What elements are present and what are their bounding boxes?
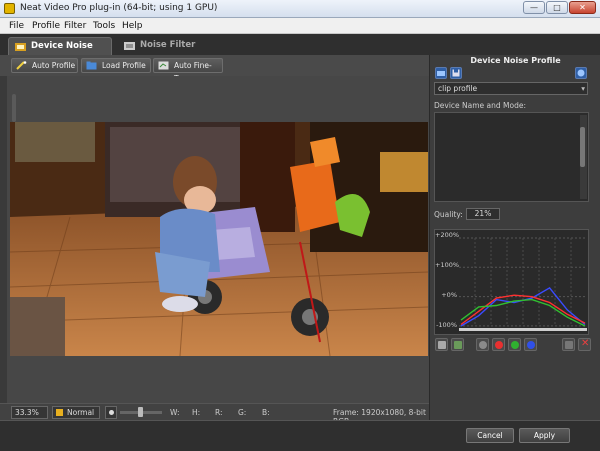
load-profile-button[interactable]: Load Profile — [81, 58, 151, 73]
minimize-button[interactable]: — — [523, 1, 545, 14]
folder-icon — [437, 71, 445, 76]
save-icon — [452, 69, 460, 77]
channel-red-button[interactable] — [492, 338, 505, 351]
channel-blue-button[interactable] — [524, 338, 537, 351]
slider-thumb[interactable] — [138, 407, 143, 417]
channel-luma-button[interactable] — [476, 338, 489, 351]
image-icon — [454, 341, 462, 349]
video-viewer[interactable] — [7, 76, 429, 403]
menu-tools[interactable]: Tools — [93, 21, 115, 31]
graph-image-button[interactable] — [451, 338, 464, 351]
green-label: G: — [238, 408, 247, 417]
profile-select[interactable]: clip profile ▾ — [434, 82, 588, 95]
window-title: Neat Video Pro plug-in (64-bit; using 1 … — [20, 3, 218, 13]
graph-ytick: +200% — [435, 231, 460, 239]
profile-icon — [15, 43, 26, 51]
chevron-down-icon: ▾ — [581, 84, 585, 93]
video-frame-preview — [10, 122, 428, 356]
open-profile-button[interactable] — [435, 67, 447, 79]
status-bar: 33.3% Normal W: H: R: G: B: Frame: 1920x… — [0, 403, 429, 426]
menu-file[interactable]: File — [9, 21, 24, 31]
auto-fine-tune-button[interactable]: Auto Fine-Tune — [153, 58, 223, 83]
scrollbar-thumb[interactable] — [580, 127, 585, 167]
brightness-icon — [109, 410, 114, 415]
apply-button[interactable]: Apply — [519, 428, 570, 443]
info-button[interactable] — [575, 67, 587, 79]
cancel-button[interactable]: Cancel — [466, 428, 514, 443]
load-profile-label: Load Profile — [102, 61, 146, 70]
reset-icon: ✕ — [581, 338, 590, 349]
zoom-select[interactable]: 33.3% — [11, 406, 48, 419]
panel-title: Device Noise Profile — [470, 56, 561, 65]
dialog-footer: Cancel Apply — [0, 420, 600, 451]
graph-tool-button[interactable] — [562, 338, 575, 351]
view-mode-value: Normal — [67, 408, 95, 417]
auto-profile-label: Auto Profile — [32, 61, 76, 70]
menu-bar: File Profile Filter Tools Help — [0, 18, 600, 34]
width-label: W: — [170, 408, 180, 417]
red-label: R: — [215, 408, 223, 417]
graph-mode-button[interactable] — [435, 338, 448, 351]
video-frame-image — [10, 122, 428, 356]
blue-channel-icon — [527, 341, 535, 349]
device-noise-profile-panel: Device Noise Profile clip profile ▾ Devi… — [429, 55, 600, 420]
profile-select-value: clip profile — [438, 84, 478, 93]
filter-settings-icon — [124, 42, 135, 50]
graph-ytick: +100% — [435, 261, 460, 269]
view-mode-select[interactable]: Normal — [52, 406, 100, 419]
magic-wand-icon — [16, 61, 27, 70]
channel-green-button[interactable] — [508, 338, 521, 351]
graph-ytick: +0% — [441, 291, 457, 299]
save-profile-button[interactable] — [450, 67, 462, 79]
tab-noise-filter-settings[interactable]: Noise Filter Settings — [118, 37, 228, 67]
noise-graph: +200% +100% +0% -100% — [434, 229, 589, 335]
viewer-handle[interactable] — [12, 94, 16, 122]
graph-brightness-bar — [459, 328, 587, 331]
reset-graph-button[interactable]: ✕ — [578, 338, 591, 351]
minimize-icon: — — [530, 3, 538, 12]
noise-plot — [459, 237, 587, 331]
maximize-icon: □ — [553, 3, 561, 12]
device-name-list[interactable] — [434, 112, 589, 202]
mode-icon — [56, 409, 63, 416]
close-icon: ✕ — [579, 3, 586, 12]
tab-bar: Device Noise Profile Noise Filter Settin… — [0, 34, 600, 68]
height-label: H: — [192, 408, 201, 417]
zoom-value: 33.3% — [15, 408, 39, 417]
red-channel-icon — [495, 341, 503, 349]
app-icon — [4, 3, 15, 14]
device-name-label: Device Name and Mode: — [434, 101, 526, 110]
list-scrollbar[interactable] — [580, 115, 587, 199]
title-bar: Neat Video Pro plug-in (64-bit; using 1 … — [0, 0, 600, 18]
close-button[interactable]: ✕ — [569, 1, 596, 14]
auto-profile-button[interactable]: Auto Profile — [11, 58, 78, 73]
menu-profile[interactable]: Profile — [32, 21, 60, 31]
info-icon — [577, 69, 585, 77]
fine-tune-icon — [158, 61, 169, 70]
brightness-button[interactable] — [105, 406, 117, 419]
blue-label: B: — [262, 408, 270, 417]
menu-help[interactable]: Help — [122, 21, 143, 31]
tool-icon — [565, 341, 573, 349]
folder-open-icon — [86, 61, 97, 70]
grid-icon — [438, 341, 446, 349]
green-channel-icon — [511, 341, 519, 349]
quality-label: Quality: — [434, 210, 463, 219]
luma-channel-icon — [479, 341, 487, 349]
quality-value: 21% — [466, 208, 500, 220]
graph-ytick: -100% — [436, 321, 457, 329]
brightness-slider[interactable] — [120, 407, 162, 417]
menu-filter[interactable]: Filter — [64, 21, 86, 31]
tab-device-noise-profile[interactable]: Device Noise Profile — [8, 37, 112, 68]
toolbar: Auto Profile Load Profile Auto Fine-Tune — [0, 55, 429, 83]
maximize-button[interactable]: □ — [546, 1, 568, 14]
